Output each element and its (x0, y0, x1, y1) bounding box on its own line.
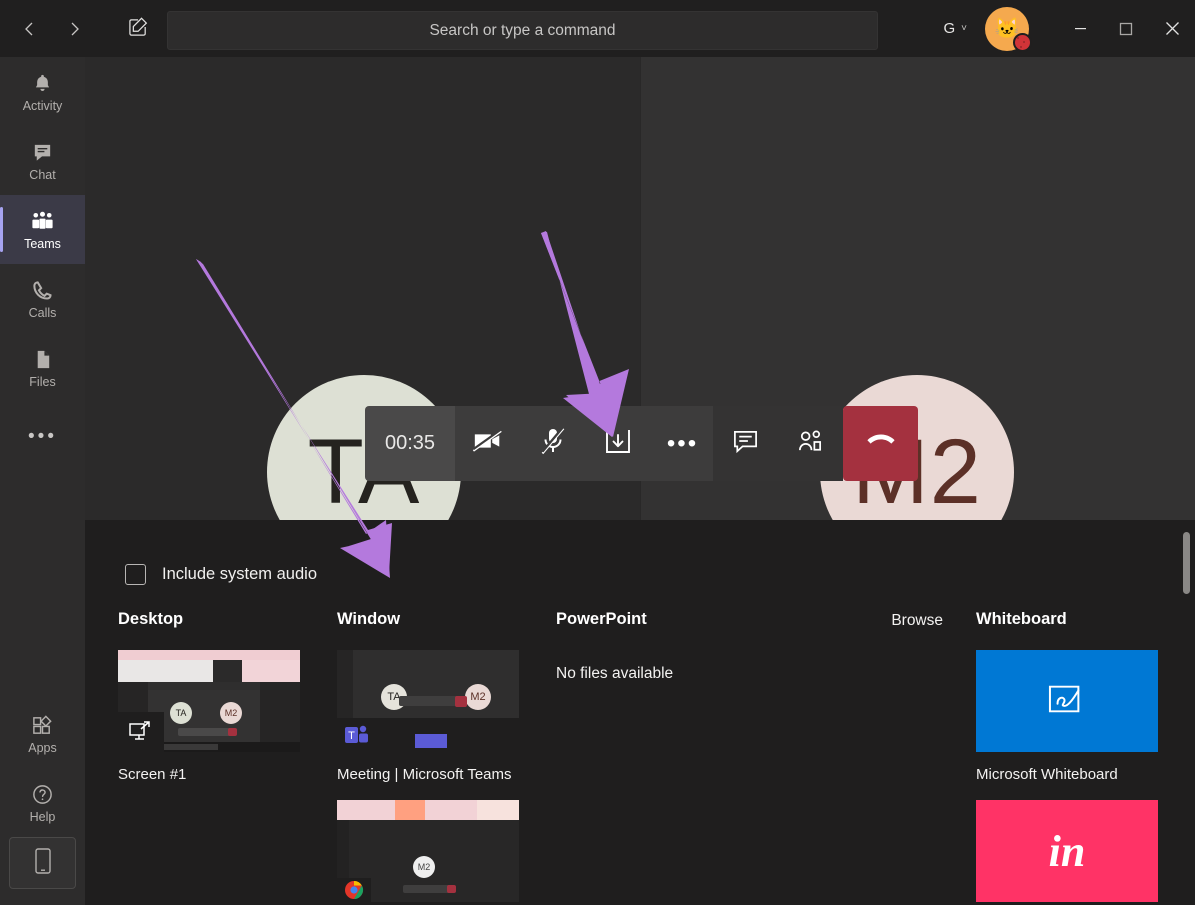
forward-button[interactable] (54, 9, 94, 49)
more-options-button[interactable]: ••• (650, 406, 715, 481)
mobile-phone-icon (33, 847, 53, 880)
meeting-stage: TA M2 00:35 (85, 57, 1195, 520)
title-bar-right-controls: G ˅ 🐱 (943, 0, 1195, 57)
sidebar-item-files[interactable]: Files (0, 333, 85, 402)
apps-grid-icon (31, 712, 54, 738)
compose-new-chat-button[interactable] (118, 9, 158, 49)
sidebar-item-calls[interactable]: Calls (0, 264, 85, 333)
column-title-desktop: Desktop (118, 610, 184, 628)
maximize-icon (1119, 22, 1133, 36)
download-mobile-app-button[interactable] (9, 837, 76, 889)
sidebar-item-teams[interactable]: Teams (0, 195, 85, 264)
sidebar-item-help[interactable]: Help (0, 768, 85, 837)
desktop-item-label: Screen #1 (118, 766, 187, 783)
title-bar: Search or type a command G ˅ 🐱 (0, 0, 1195, 57)
sidebar-item-chat[interactable]: Chat (0, 126, 85, 195)
window-item-label: Meeting | Microsoft Teams (337, 766, 512, 783)
account-switcher[interactable]: G ˅ (943, 20, 967, 37)
minimize-icon (1074, 22, 1087, 35)
call-controls-secondary (713, 406, 843, 481)
bell-icon (31, 70, 54, 96)
desktop-share-item[interactable]: TA M2 Screen #1 (118, 650, 300, 783)
back-button[interactable] (10, 9, 50, 49)
user-avatar[interactable]: 🐱 (985, 6, 1032, 52)
microphone-muted-icon (540, 425, 566, 461)
maximize-button[interactable] (1103, 0, 1149, 57)
file-icon (31, 346, 54, 372)
whiteboard-pen-icon (1046, 681, 1088, 722)
sidebar-item-label: Files (29, 375, 56, 389)
sidebar-item-label: Calls (28, 306, 57, 320)
close-icon (1165, 21, 1180, 36)
camera-toggle-button[interactable] (455, 406, 520, 481)
powerpoint-empty-message: No files available (556, 665, 674, 682)
sidebar-more-apps-button[interactable]: ••• (28, 402, 57, 471)
sidebar-item-activity[interactable]: Activity (0, 57, 85, 126)
share-column-whiteboard: Whiteboard Microsoft Whiteboard in (976, 610, 1176, 902)
close-button[interactable] (1149, 0, 1195, 57)
invision-in-logo: in (1048, 826, 1086, 876)
column-title-whiteboard: Whiteboard (976, 610, 1067, 628)
teams-app-overlay-icon: T (337, 718, 377, 752)
sidebar-item-label: Chat (29, 168, 56, 182)
share-content-tray: Include system audio Desktop TA M2 Scree… (85, 520, 1195, 905)
sidebar-item-label: Activity (22, 99, 63, 113)
browse-link[interactable]: Browse (891, 612, 943, 630)
window-thumbnail-browser: M2 (337, 800, 519, 902)
share-tray-scrollbar[interactable] (1183, 532, 1190, 594)
show-conversation-button[interactable] (713, 406, 778, 481)
invision-tile: in (976, 800, 1158, 902)
sidebar-item-apps[interactable]: Apps (0, 699, 85, 768)
window-share-item-browser[interactable]: M2 (337, 800, 519, 902)
search-placeholder: Search or type a command (429, 21, 616, 39)
help-question-icon (31, 781, 54, 807)
sidebar-item-label: Teams (24, 237, 61, 251)
compose-new-chat-icon (128, 16, 149, 42)
whiteboard-share-item-microsoft[interactable]: Microsoft Whiteboard (976, 650, 1158, 783)
window-thumbnail-teams: TA M2 T (337, 650, 519, 752)
camera-off-icon (472, 427, 504, 460)
call-controls-primary: ••• (455, 406, 715, 481)
left-navigation-rail: Activity Chat Teams Calls Files ••• Apps… (0, 57, 85, 905)
call-duration-timer: 00:35 (365, 406, 455, 481)
call-duration-value: 00:35 (384, 432, 436, 454)
sidebar-item-label: Help (29, 810, 56, 824)
hangup-button[interactable] (843, 406, 918, 481)
share-screen-icon (604, 427, 632, 460)
desktop-thumbnail: TA M2 (118, 650, 300, 752)
show-participants-button[interactable] (778, 406, 843, 481)
whiteboard-share-item-invision[interactable]: in (976, 800, 1158, 902)
share-screen-button[interactable] (585, 406, 650, 481)
status-badge (1013, 32, 1032, 52)
share-column-window: Window TA M2 T Meeting | Microsoft Teams… (337, 610, 537, 902)
chrome-browser-overlay-icon (337, 878, 371, 902)
minimize-button[interactable] (1057, 0, 1103, 57)
include-system-audio-row[interactable]: Include system audio (125, 564, 317, 585)
participants-icon (797, 428, 824, 460)
share-screen-overlay-icon (118, 712, 164, 752)
microphone-toggle-button[interactable] (520, 406, 585, 481)
share-column-powerpoint: PowerPoint Browse No files available (556, 610, 956, 682)
include-system-audio-label: Include system audio (162, 565, 318, 583)
chevron-down-icon: ˅ (961, 23, 967, 34)
include-system-audio-checkbox[interactable] (125, 564, 146, 585)
teams-app-window: Search or type a command G ˅ 🐱 Activity … (0, 0, 1195, 905)
svg-text:T: T (348, 730, 355, 742)
account-initial: G (943, 20, 956, 37)
whiteboard-tile (976, 650, 1158, 752)
share-column-desktop: Desktop TA M2 Screen #1 (118, 610, 318, 783)
window-share-item-teams[interactable]: TA M2 T Meeting | Microsoft Teams (337, 650, 519, 783)
teams-people-icon (30, 208, 55, 234)
sidebar-item-label: Apps (28, 741, 57, 755)
more-options-icon: ••• (666, 429, 699, 457)
search-bar[interactable]: Search or type a command (167, 11, 878, 50)
column-title-window: Window (337, 610, 401, 628)
whiteboard-item-label: Microsoft Whiteboard (976, 766, 1118, 783)
phone-icon (31, 277, 54, 303)
chat-bubble-icon (31, 139, 54, 165)
hangup-icon (864, 431, 898, 456)
chat-icon (732, 428, 759, 460)
